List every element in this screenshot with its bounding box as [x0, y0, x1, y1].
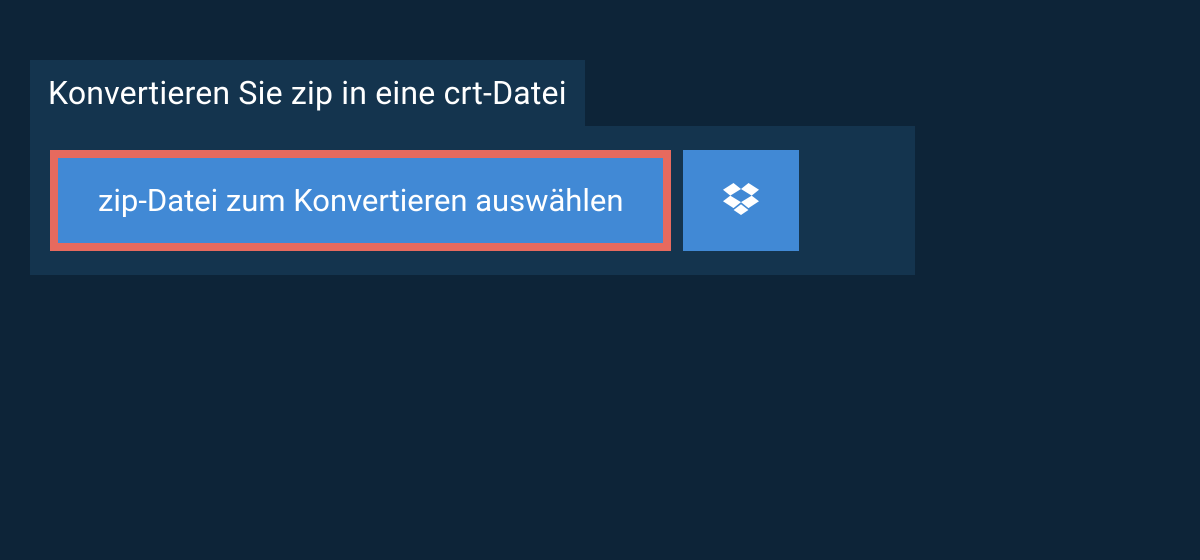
select-file-button[interactable]: zip-Datei zum Konvertieren auswählen: [50, 150, 671, 251]
upload-area: zip-Datei zum Konvertieren auswählen: [30, 126, 915, 275]
select-file-label: zip-Datei zum Konvertieren auswählen: [98, 182, 623, 219]
title-bar: Konvertieren Sie zip in eine crt-Datei: [30, 60, 585, 126]
dropbox-icon: [723, 183, 759, 219]
converter-panel: Konvertieren Sie zip in eine crt-Datei z…: [30, 60, 915, 275]
page-title: Konvertieren Sie zip in eine crt-Datei: [48, 74, 567, 112]
dropbox-button[interactable]: [683, 150, 799, 251]
